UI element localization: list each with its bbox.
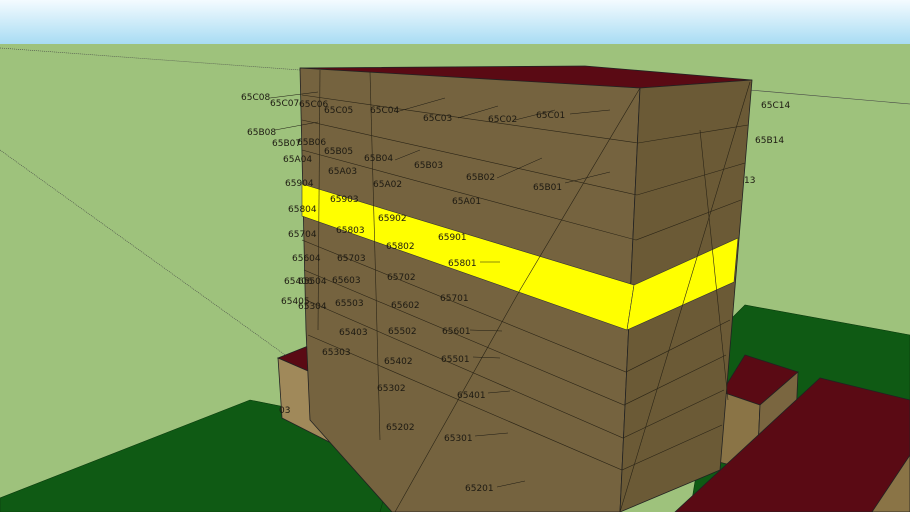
tag-65C07[interactable]: 65C07 <box>270 99 299 109</box>
sky <box>0 0 910 44</box>
tag-65C02[interactable]: 65C02 <box>488 115 517 125</box>
tag-65C04[interactable]: 65C04 <box>370 106 399 116</box>
tag-65304[interactable]: 65304 <box>298 302 327 312</box>
tag-65903[interactable]: 65903 <box>330 195 359 205</box>
tag-65604[interactable]: 65604 <box>292 254 321 264</box>
tag-65B05[interactable]: 65B05 <box>324 147 353 157</box>
tag-65803[interactable]: 65803 <box>336 226 365 236</box>
tag-65401[interactable]: 65401 <box>457 391 486 401</box>
tag-65301[interactable]: 65301 <box>444 434 473 444</box>
tag-65603[interactable]: 65603 <box>332 276 361 286</box>
tag-65A03[interactable]: 65A03 <box>328 167 357 177</box>
tag-65B08[interactable]: 65B08 <box>247 128 276 138</box>
tag-65B01[interactable]: 65B01 <box>533 183 562 193</box>
sketchup-3d-viewport[interactable]: 65C08 65C07 65C06 65C05 65C04 65C03 65C0… <box>0 0 910 512</box>
tag-65C08[interactable]: 65C08 <box>241 93 270 103</box>
tag-65602[interactable]: 65602 <box>391 301 420 311</box>
tag-65303[interactable]: 65303 <box>322 348 351 358</box>
tag-65B06[interactable]: 65B06 <box>297 138 326 148</box>
tag-65C03[interactable]: 65C03 <box>423 114 452 124</box>
tag-65904[interactable]: 65904 <box>285 179 314 189</box>
tag-03[interactable]: 03 <box>279 406 290 416</box>
tag-65901[interactable]: 65901 <box>438 233 467 243</box>
tag-65302[interactable]: 65302 <box>377 384 406 394</box>
tag-65B02[interactable]: 65B02 <box>466 173 495 183</box>
tag-65801[interactable]: 65801 <box>448 259 477 269</box>
tag-65B14[interactable]: 65B14 <box>755 136 784 146</box>
tag-65402[interactable]: 65402 <box>384 357 413 367</box>
tag-65403[interactable]: 65403 <box>339 328 368 338</box>
tag-65C14[interactable]: 65C14 <box>761 101 790 111</box>
tag-65704[interactable]: 65704 <box>288 230 317 240</box>
tag-65A02[interactable]: 65A02 <box>373 180 402 190</box>
tag-65701[interactable]: 65701 <box>440 294 469 304</box>
tag-65703[interactable]: 65703 <box>337 254 366 264</box>
tag-65B03[interactable]: 65B03 <box>414 161 443 171</box>
tag-65804[interactable]: 65804 <box>288 205 317 215</box>
tag-65A04[interactable]: 65A04 <box>283 155 312 165</box>
tag-65C05[interactable]: 65C05 <box>324 106 353 116</box>
model-canvas[interactable]: 65C08 65C07 65C06 65C05 65C04 65C03 65C0… <box>0 0 910 512</box>
tag-65502[interactable]: 65502 <box>388 327 417 337</box>
tag-13[interactable]: 13 <box>744 176 755 186</box>
tag-65202[interactable]: 65202 <box>386 423 415 433</box>
tag-65A01[interactable]: 65A01 <box>452 197 481 207</box>
tag-65503[interactable]: 65503 <box>335 299 364 309</box>
tag-65501[interactable]: 65501 <box>441 355 470 365</box>
tag-65601[interactable]: 65601 <box>442 327 471 337</box>
tag-65504[interactable]: 65504 <box>298 277 327 287</box>
tag-65B04[interactable]: 65B04 <box>364 154 393 164</box>
tag-65902[interactable]: 65902 <box>378 214 407 224</box>
tag-65C01[interactable]: 65C01 <box>536 111 565 121</box>
tag-65702[interactable]: 65702 <box>387 273 416 283</box>
tag-65201[interactable]: 65201 <box>465 484 494 494</box>
tag-65802[interactable]: 65802 <box>386 242 415 252</box>
